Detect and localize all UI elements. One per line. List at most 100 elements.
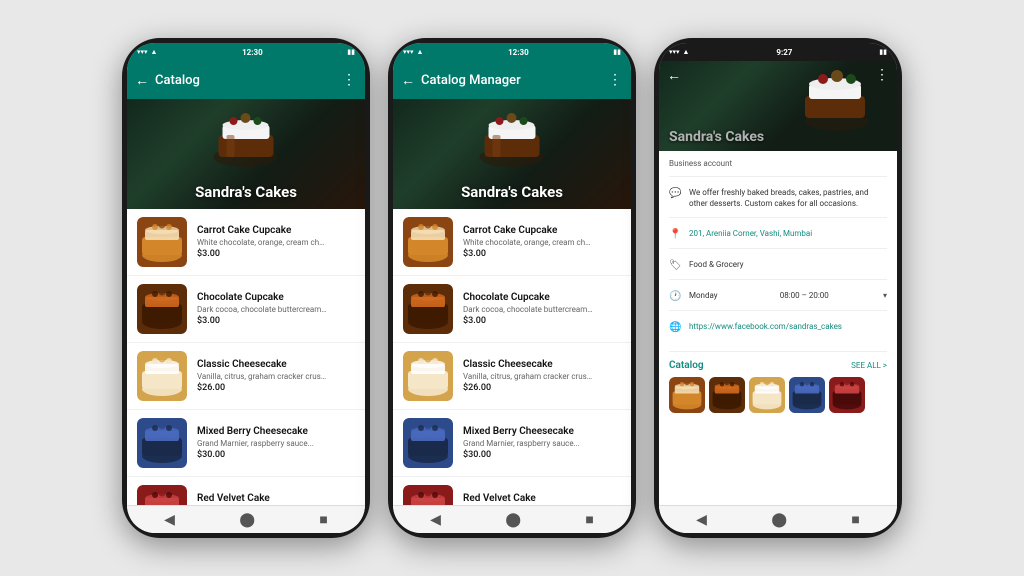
back-nav-icon[interactable]: ◀: [164, 512, 175, 528]
item-description: White chocolate, orange, cream cheese...: [197, 238, 327, 247]
phone-1: ▾▾▾ ▲ 12:30 ▮▮ ← Catalog ⋮: [122, 38, 370, 538]
list-item[interactable]: Mixed Berry Cheesecake Grand Marnier, ra…: [127, 410, 365, 477]
home-nav-icon-2[interactable]: ⬤: [505, 512, 521, 528]
phone-3-time: 9:27: [776, 48, 792, 57]
phone-1-signal-icons: ▾▾▾ ▲: [137, 48, 157, 56]
item-info: Classic Cheesecake Vanilla, citrus, grah…: [463, 359, 621, 393]
back-nav-icon-2[interactable]: ◀: [430, 512, 441, 528]
phone-2-time: 12:30: [508, 48, 529, 57]
phone-1-menu-button[interactable]: ⋮: [342, 72, 357, 88]
catalog-thumb-item[interactable]: [669, 377, 705, 413]
item-name: Red Velvet Cake: [463, 493, 621, 504]
description-row: 💬 We offer freshly baked breads, cakes, …: [669, 187, 887, 218]
expand-icon[interactable]: ▾: [883, 291, 887, 300]
list-item[interactable]: Chocolate Cupcake Dark cocoa, chocolate …: [393, 276, 631, 343]
phone-3-battery: ▮▮: [879, 48, 887, 56]
item-thumbnail: [137, 418, 187, 468]
item-description: Vanilla, citrus, graham cracker crust...: [197, 372, 327, 381]
clock-icon: 🕐: [669, 291, 681, 302]
list-item[interactable]: Red Velvet Cake Buttermilk, cocoa, cream…: [127, 477, 365, 505]
item-price: $3.00: [463, 316, 621, 326]
item-description: Vanilla, citrus, graham cracker crust...: [463, 372, 593, 381]
hours-value: 08:00 – 20:00: [780, 290, 829, 301]
catalog-thumb-item[interactable]: [709, 377, 745, 413]
hours-row[interactable]: 🕐 Monday 08:00 – 20:00 ▾: [669, 290, 887, 311]
item-price: $30.00: [463, 450, 621, 460]
item-info: Carrot Cake Cupcake White chocolate, ora…: [197, 225, 355, 259]
item-info: Classic Cheesecake Vanilla, citrus, grah…: [197, 359, 355, 393]
address-text[interactable]: 201, Areniia Corner, Vashi, Mumbai: [689, 228, 812, 239]
description-text: We offer freshly baked breads, cakes, pa…: [689, 187, 887, 209]
item-name: Carrot Cake Cupcake: [197, 225, 355, 236]
item-info: Red Velvet Cake Buttermilk, cocoa, cream…: [463, 493, 621, 505]
item-name: Classic Cheesecake: [463, 359, 621, 370]
address-row: 📍 201, Areniia Corner, Vashi, Mumbai: [669, 228, 887, 249]
catalog-thumb-item[interactable]: [749, 377, 785, 413]
item-price: $3.00: [197, 316, 355, 326]
catalog-thumb-item[interactable]: [789, 377, 825, 413]
recents-nav-icon-2[interactable]: ■: [585, 511, 593, 528]
item-price: $26.00: [197, 383, 355, 393]
signal-icon-3: ▾▾▾: [669, 48, 680, 56]
battery-icon-2: ▮▮: [613, 48, 621, 56]
item-name: Carrot Cake Cupcake: [463, 225, 621, 236]
phone-2-back-button[interactable]: ←: [401, 72, 415, 89]
phone-3: ▾▾▾ ▲ 9:27 ▮▮: [654, 38, 902, 538]
recents-nav-icon-3[interactable]: ■: [851, 511, 859, 528]
website-row: 🌐 https://www.facebook.com/sandras_cakes: [669, 321, 887, 341]
catalog-section: Catalog SEE ALL >: [669, 351, 887, 413]
phone-2-hero-title: Sandra's Cakes: [461, 183, 563, 209]
phone-2-status-bar: ▾▾▾ ▲ 12:30 ▮▮: [393, 43, 631, 61]
battery-icon-3: ▮▮: [879, 48, 887, 56]
item-price: $30.00: [197, 450, 355, 460]
catalog-header: Catalog SEE ALL >: [669, 360, 887, 371]
list-item[interactable]: Chocolate Cupcake Dark cocoa, chocolate …: [127, 276, 365, 343]
item-name: Chocolate Cupcake: [197, 292, 355, 303]
phone-1-back-button[interactable]: ←: [135, 72, 149, 89]
hero-cake-icon-2: [475, 107, 550, 172]
list-item[interactable]: Mixed Berry Cheesecake Grand Marnier, ra…: [393, 410, 631, 477]
phone-2-list[interactable]: Carrot Cake Cupcake White chocolate, ora…: [393, 209, 631, 505]
phone-2-top-bar: ← Catalog Manager ⋮: [393, 61, 631, 99]
item-description: Grand Marnier, raspberry sauce...: [463, 439, 593, 448]
wifi-icon-3: ▲: [683, 48, 690, 56]
list-item[interactable]: Carrot Cake Cupcake White chocolate, ora…: [393, 209, 631, 276]
phone-1-title: Catalog: [155, 73, 342, 88]
item-price: $3.00: [463, 249, 621, 259]
back-nav-icon-3[interactable]: ◀: [696, 512, 707, 528]
list-item[interactable]: Classic Cheesecake Vanilla, citrus, grah…: [127, 343, 365, 410]
signal-icon-2: ▾▾▾: [403, 48, 414, 56]
recents-nav-icon[interactable]: ■: [319, 511, 327, 528]
item-price: $3.00: [197, 249, 355, 259]
phone-1-status-bar: ▾▾▾ ▲ 12:30 ▮▮: [127, 43, 365, 61]
see-all-button[interactable]: SEE ALL >: [851, 361, 887, 370]
phone-3-signal-icons: ▾▾▾ ▲: [669, 48, 689, 56]
item-info: Mixed Berry Cheesecake Grand Marnier, ra…: [463, 426, 621, 460]
item-name: Red Velvet Cake: [197, 493, 355, 504]
website-link[interactable]: https://www.facebook.com/sandras_cakes: [689, 321, 842, 332]
phone-1-screen: ▾▾▾ ▲ 12:30 ▮▮ ← Catalog ⋮: [127, 43, 365, 533]
phone-1-top-bar: ← Catalog ⋮: [127, 61, 365, 99]
home-nav-icon[interactable]: ⬤: [239, 512, 255, 528]
item-thumbnail: [403, 217, 453, 267]
item-description: White chocolate, orange, cream chees...: [463, 238, 593, 247]
hours-day: Monday: [689, 290, 718, 301]
phone-3-back-button[interactable]: ←: [667, 67, 681, 84]
phone-2-title: Catalog Manager: [421, 73, 608, 88]
phone-2-menu-button[interactable]: ⋮: [608, 72, 623, 88]
phone-3-menu-button[interactable]: ⋮: [875, 67, 889, 83]
phone-2-signal-icons: ▾▾▾ ▲: [403, 48, 423, 56]
item-thumbnail: [137, 284, 187, 334]
phone-1-time: 12:30: [242, 48, 263, 57]
battery-icon: ▮▮: [347, 48, 355, 56]
list-item[interactable]: Classic Cheesecake Vanilla, citrus, grah…: [393, 343, 631, 410]
item-description: Dark cocoa, chocolate buttercream...: [197, 305, 327, 314]
phone-1-hero-title: Sandra's Cakes: [195, 183, 297, 209]
catalog-thumb-item[interactable]: [829, 377, 865, 413]
item-thumbnail: [403, 351, 453, 401]
home-nav-icon-3[interactable]: ⬤: [771, 512, 787, 528]
phone-3-status-bar: ▾▾▾ ▲ 9:27 ▮▮: [659, 43, 897, 61]
phone-1-list[interactable]: Carrot Cake Cupcake White chocolate, ora…: [127, 209, 365, 505]
list-item[interactable]: Red Velvet Cake Buttermilk, cocoa, cream…: [393, 477, 631, 505]
list-item[interactable]: Carrot Cake Cupcake White chocolate, ora…: [127, 209, 365, 276]
